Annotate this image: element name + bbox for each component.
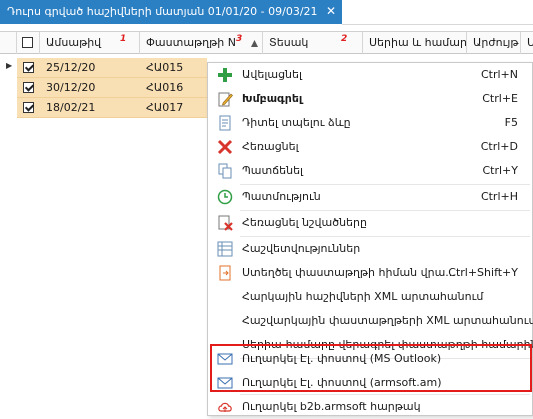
sort-ascending-icon	[251, 40, 258, 47]
menu-item-reports[interactable]: Հաշվետվություններ	[208, 237, 532, 261]
menu-item-b2b[interactable]: Ուղարկել b2b.armsoft հարթակ	[208, 395, 532, 419]
close-icon[interactable]: ✕	[326, 4, 336, 18]
cell-doc-number: ՀԱ016	[146, 81, 184, 94]
column-label: Ստ	[527, 36, 533, 49]
menu-item-add[interactable]: Ավելացնել Ctrl+N	[208, 63, 532, 87]
column-header-series[interactable]: Սերիա և համար	[363, 32, 467, 54]
delete-selected-icon	[218, 215, 233, 231]
select-all-header[interactable]	[17, 32, 40, 54]
window-tab[interactable]: Դուրս գրված հաշիվների մատյան 01/01/20 - …	[0, 0, 342, 24]
menu-item-calc-xml-export[interactable]: Հաշվարկային փաստաթղթերի XML արտահանում	[208, 309, 533, 333]
menu-item-delete[interactable]: Հեռացնել Ctrl+D	[208, 135, 532, 159]
menu-item-tax-xml-export[interactable]: Հարկային հաշիվների XML արտահանում	[208, 285, 532, 309]
cloud-upload-icon	[218, 402, 232, 412]
column-header-date[interactable]: Ամսաթիվ 1	[40, 32, 140, 54]
edit-icon	[218, 92, 233, 107]
menu-item-history[interactable]: Պատմություն Ctrl+H	[208, 185, 532, 209]
menu-item-delete-selected[interactable]: Հեռացնել նշվածները	[208, 211, 532, 235]
cell-date: 30/12/20	[46, 81, 96, 94]
highlight-box	[210, 344, 532, 392]
row-checkbox[interactable]	[23, 82, 34, 93]
menu-item-copy[interactable]: Պատճենել Ctrl+Y	[208, 159, 532, 183]
sort-order-badge: 3	[236, 34, 243, 44]
column-header-type[interactable]: Տեսակ 2	[263, 32, 363, 54]
cell-doc-number: ՀԱ015	[146, 61, 184, 74]
delete-icon	[217, 139, 233, 155]
menu-item-edit[interactable]: Խմբագրել Ctrl+E	[208, 87, 532, 111]
current-row-arrow-icon: ▶	[6, 61, 13, 70]
row-checkbox[interactable]	[23, 62, 34, 73]
history-icon	[217, 189, 233, 205]
column-label: Փաստաթղթի N	[146, 36, 236, 49]
cell-date: 25/12/20	[46, 61, 96, 74]
column-header-doc-number[interactable]: Փաստաթղթի N 3	[140, 32, 263, 54]
column-header-currency[interactable]: Արժույթ	[467, 32, 521, 54]
reports-icon	[217, 241, 233, 257]
column-header-more[interactable]: Ստ	[521, 32, 533, 54]
tab-strip	[342, 0, 533, 25]
cell-date: 18/02/21	[46, 101, 96, 114]
column-label: Արժույթ	[473, 36, 519, 49]
window-title: Դուրս գրված հաշիվների մատյան 01/01/20 - …	[7, 5, 318, 18]
indicator-column-header	[0, 32, 17, 54]
select-all-checkbox[interactable]	[22, 37, 33, 48]
sort-order-badge: 2	[341, 34, 348, 44]
row-checkbox[interactable]	[23, 102, 34, 113]
column-label: Ամսաթիվ	[46, 36, 102, 49]
sort-order-badge: 1	[120, 34, 127, 44]
menu-item-print-preview[interactable]: Դիտել տպելու ձևը F5	[208, 111, 532, 135]
print-preview-icon	[219, 115, 231, 131]
column-label: Տեսակ	[269, 36, 309, 49]
cell-doc-number: ՀԱ017	[146, 101, 184, 114]
grid-header: Ամսաթիվ 1 Փաստաթղթի N 3 Տեսակ 2 Սերիա և …	[0, 31, 533, 54]
column-label: Սերիա և համար	[369, 36, 467, 49]
create-based-icon	[219, 265, 231, 281]
menu-item-create-based[interactable]: Ստեղծել փաստաթղթի հիման վրա... Ctrl+Shif…	[208, 261, 532, 285]
copy-icon	[218, 163, 232, 179]
plus-icon	[218, 68, 232, 82]
